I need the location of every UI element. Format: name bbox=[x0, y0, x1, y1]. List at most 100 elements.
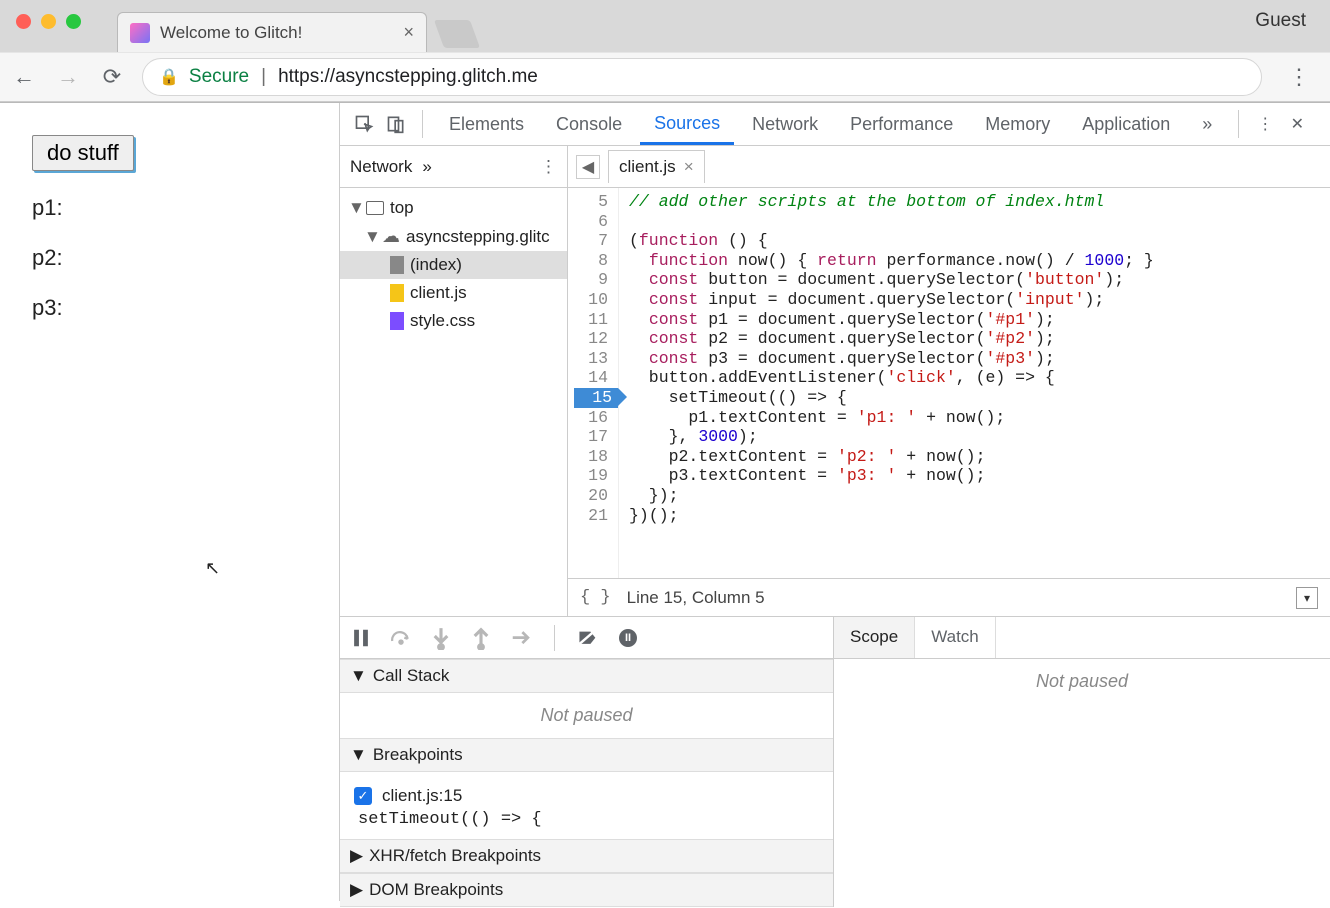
section-title: Call Stack bbox=[373, 666, 450, 686]
tab-elements[interactable]: Elements bbox=[435, 104, 538, 145]
browser-menu-icon[interactable]: ⋮ bbox=[1278, 64, 1320, 90]
navigator-tab-label[interactable]: Network bbox=[350, 157, 412, 177]
p1-label: p1: bbox=[32, 195, 307, 221]
breakpoint-code: setTimeout(() => { bbox=[354, 810, 819, 829]
device-toolbar-icon[interactable] bbox=[382, 110, 410, 138]
scope-watch-tabs: Scope Watch bbox=[834, 617, 1330, 659]
tree-domain[interactable]: ▼ asyncstepping.glitc bbox=[340, 222, 567, 251]
navigator-overflow-icon[interactable]: » bbox=[422, 157, 431, 177]
tab-memory[interactable]: Memory bbox=[971, 104, 1064, 145]
url-text: https://asyncstepping.glitch.me bbox=[278, 66, 538, 88]
tab-title: Welcome to Glitch! bbox=[160, 23, 302, 43]
close-window-icon[interactable] bbox=[16, 14, 31, 29]
minimize-window-icon[interactable] bbox=[41, 14, 56, 29]
debugger-left: II ▼ Call Stack Not paused ▼ Breakpoints… bbox=[340, 617, 834, 907]
navigator-header: Network » ⋮ bbox=[340, 146, 567, 188]
new-tab-button[interactable] bbox=[434, 20, 480, 48]
scope-state: Not paused bbox=[834, 659, 1330, 704]
inspect-element-icon[interactable] bbox=[350, 110, 378, 138]
forward-button: → bbox=[54, 63, 82, 91]
frame-icon bbox=[366, 201, 384, 215]
navigate-back-icon[interactable]: ◀ bbox=[576, 155, 600, 179]
tab-console[interactable]: Console bbox=[542, 104, 636, 145]
line-gutter[interactable]: 5 6 7 8 9 10 11 12 13 14 15 16 17 18 19 … bbox=[568, 188, 619, 578]
maximize-window-icon[interactable] bbox=[66, 14, 81, 29]
navigator-menu-icon[interactable]: ⋮ bbox=[540, 157, 557, 177]
call-stack-header[interactable]: ▼ Call Stack bbox=[340, 659, 833, 693]
address-bar[interactable]: 🔒 Secure | https://asyncstepping.glitch.… bbox=[142, 58, 1262, 96]
favicon-icon bbox=[130, 23, 150, 43]
close-file-icon[interactable]: × bbox=[684, 157, 694, 177]
file-tree: ▼ top ▼ asyncstepping.glitc (index) bbox=[340, 188, 567, 341]
editor-tabbar: ◀ client.js × bbox=[568, 146, 1330, 188]
dom-breakpoints-header[interactable]: ▶ DOM Breakpoints bbox=[340, 873, 833, 907]
checkbox-checked-icon[interactable]: ✓ bbox=[354, 787, 372, 805]
separator bbox=[422, 110, 423, 138]
pause-on-exceptions-icon[interactable]: II bbox=[617, 627, 639, 649]
pause-icon[interactable] bbox=[350, 627, 372, 649]
document-icon bbox=[390, 256, 404, 274]
chevron-down-icon: ▼ bbox=[350, 745, 367, 765]
devtools-menu-icon[interactable]: ⋮ bbox=[1251, 110, 1279, 138]
step-out-icon bbox=[470, 627, 492, 649]
content-area: do stuff p1: p2: p3: ↖ Elements Console … bbox=[0, 103, 1330, 901]
scope-tab[interactable]: Scope bbox=[834, 617, 915, 658]
breakpoints-body: ✓ client.js:15 setTimeout(() => { bbox=[340, 772, 833, 839]
pretty-print-icon[interactable]: { } bbox=[580, 588, 611, 607]
browser-toolbar: ← → ⟳ 🔒 Secure | https://asyncstepping.g… bbox=[0, 52, 1330, 102]
tree-file-stylecss[interactable]: style.css bbox=[340, 307, 567, 335]
tree-label: style.css bbox=[410, 311, 475, 331]
step-icon bbox=[510, 627, 532, 649]
tree-label: top bbox=[390, 198, 414, 218]
file-tab-clientjs[interactable]: client.js × bbox=[608, 150, 705, 183]
browser-tab[interactable]: Welcome to Glitch! × bbox=[117, 12, 427, 52]
separator bbox=[554, 625, 555, 651]
reload-button[interactable]: ⟳ bbox=[98, 63, 126, 91]
tab-sources[interactable]: Sources bbox=[640, 103, 734, 145]
code-body[interactable]: 5 6 7 8 9 10 11 12 13 14 15 16 17 18 19 … bbox=[568, 188, 1330, 578]
section-title: DOM Breakpoints bbox=[369, 880, 503, 900]
rendered-page: do stuff p1: p2: p3: ↖ bbox=[0, 103, 340, 901]
back-button[interactable]: ← bbox=[10, 63, 38, 91]
lock-icon: 🔒 bbox=[159, 67, 179, 87]
coverage-dropdown-icon[interactable]: ▾ bbox=[1296, 587, 1318, 609]
chevron-down-icon: ▼ bbox=[350, 666, 367, 686]
devtools-tabbar: Elements Console Sources Network Perform… bbox=[340, 103, 1330, 146]
chevron-down-icon: ▼ bbox=[348, 198, 360, 218]
tab-application[interactable]: Application bbox=[1068, 104, 1184, 145]
editor-statusbar: { } Line 15, Column 5 ▾ bbox=[568, 578, 1330, 616]
chevron-right-icon: ▶ bbox=[350, 880, 363, 900]
url-separator: | bbox=[259, 66, 268, 88]
cloud-icon bbox=[382, 226, 400, 247]
do-stuff-button[interactable]: do stuff bbox=[32, 135, 134, 171]
js-file-icon bbox=[390, 284, 404, 302]
deactivate-breakpoints-icon[interactable] bbox=[577, 627, 599, 649]
tree-file-clientjs[interactable]: client.js bbox=[340, 279, 567, 307]
debugger-toolbar: II bbox=[340, 617, 833, 659]
watch-tab[interactable]: Watch bbox=[915, 617, 996, 658]
cursor-position: Line 15, Column 5 bbox=[627, 588, 765, 608]
window-controls bbox=[10, 14, 91, 39]
tabs-overflow-icon[interactable]: » bbox=[1188, 104, 1226, 145]
tree-file-index[interactable]: (index) bbox=[340, 251, 567, 279]
xhr-breakpoints-header[interactable]: ▶ XHR/fetch Breakpoints bbox=[340, 839, 833, 873]
secure-label: Secure bbox=[189, 66, 249, 88]
close-devtools-icon[interactable]: ✕ bbox=[1283, 110, 1311, 138]
chevron-right-icon: ▶ bbox=[350, 846, 363, 866]
tree-label: client.js bbox=[410, 283, 467, 303]
code-lines[interactable]: // add other scripts at the bottom of in… bbox=[619, 188, 1164, 578]
profile-label[interactable]: Guest bbox=[1255, 10, 1330, 42]
breakpoints-header[interactable]: ▼ Breakpoints bbox=[340, 738, 833, 772]
tab-performance[interactable]: Performance bbox=[836, 104, 967, 145]
section-title: Breakpoints bbox=[373, 745, 463, 765]
tree-label: asyncstepping.glitc bbox=[406, 227, 550, 247]
step-over-icon bbox=[390, 627, 412, 649]
tab-network[interactable]: Network bbox=[738, 104, 832, 145]
navigator-pane: Network » ⋮ ▼ top ▼ asyncstep bbox=[340, 146, 568, 616]
breakpoint-item[interactable]: ✓ client.js:15 bbox=[354, 782, 819, 810]
file-tab-label: client.js bbox=[619, 157, 676, 177]
breakpoint-location: client.js:15 bbox=[382, 786, 462, 806]
code-pane: ◀ client.js × 5 6 7 8 9 10 11 12 13 14 1… bbox=[568, 146, 1330, 616]
tree-top[interactable]: ▼ top bbox=[340, 194, 567, 222]
close-tab-icon[interactable]: × bbox=[403, 22, 414, 43]
